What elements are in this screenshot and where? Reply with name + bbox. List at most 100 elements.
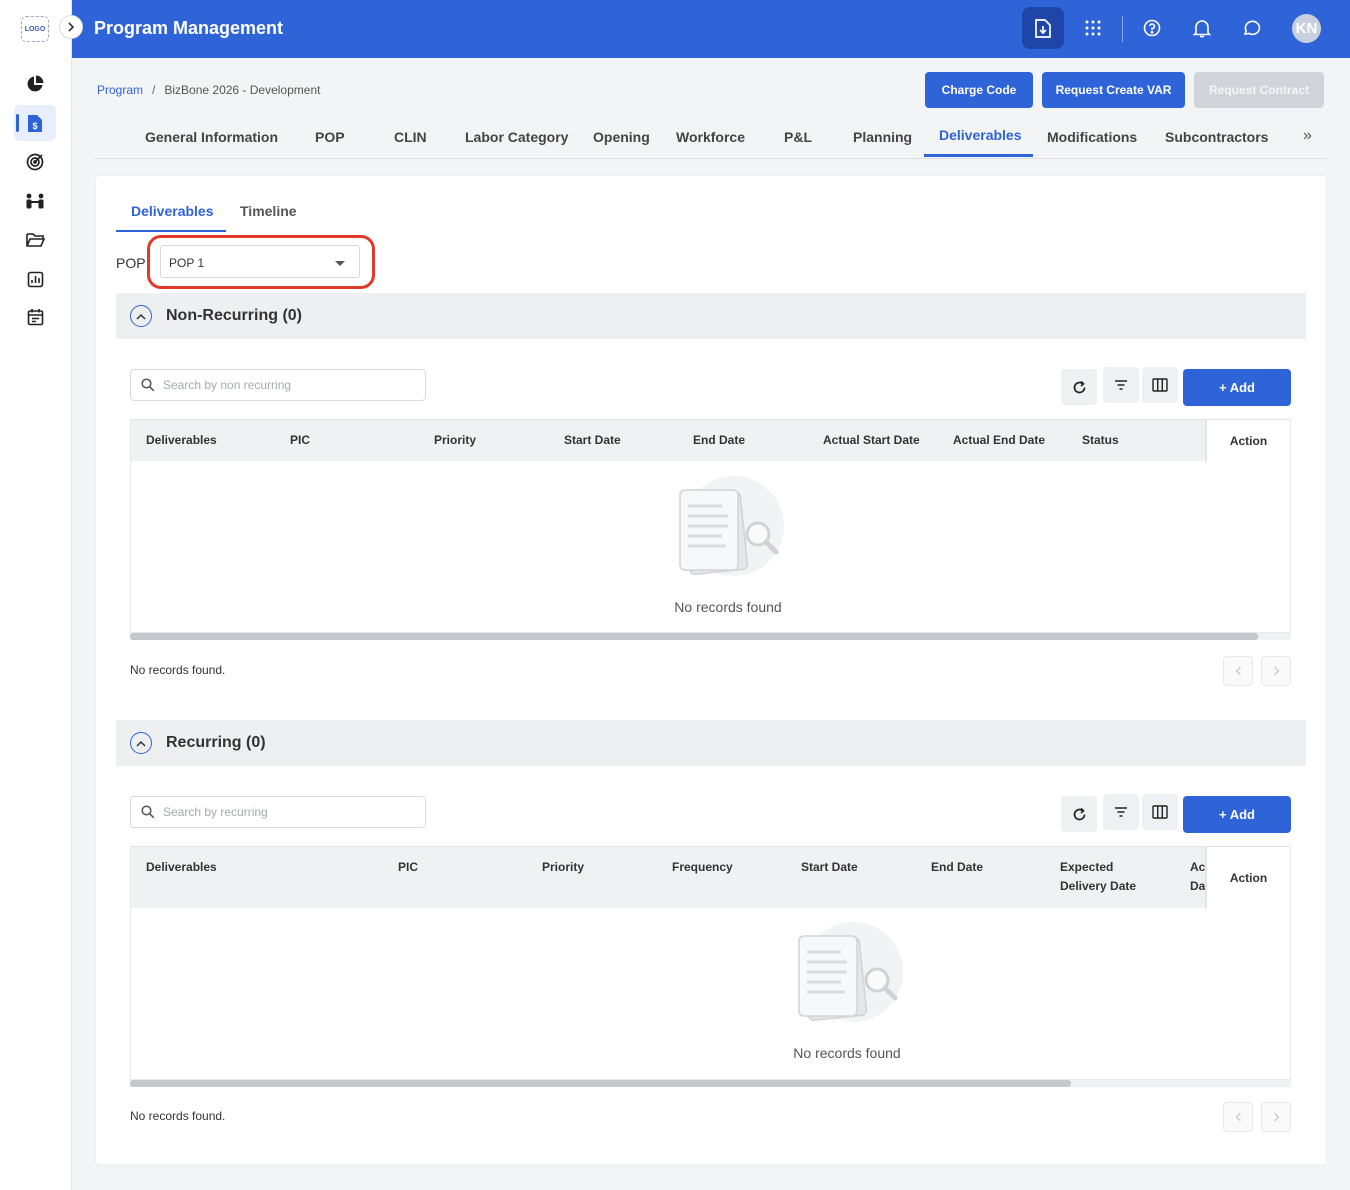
tab-pnl[interactable]: P&L <box>784 129 812 145</box>
request-contract-button[interactable]: Request Contract <box>1194 72 1324 108</box>
scrollbar-thumb[interactable] <box>130 633 1258 640</box>
column-header[interactable]: Actual End Date <box>953 431 1045 450</box>
apps-button[interactable] <box>1072 7 1114 49</box>
column-header[interactable]: Actual Start Date <box>823 431 920 450</box>
tab-general-information[interactable]: General Information <box>145 129 278 145</box>
tab-clin[interactable]: CLIN <box>394 129 427 145</box>
chevron-left-icon <box>1235 666 1241 676</box>
column-header[interactable]: Deliverables <box>146 858 217 877</box>
table-header-row: Deliverables PIC Priority Frequency Star… <box>131 846 1290 909</box>
tab-subcontractors[interactable]: Subcontractors <box>1165 129 1268 145</box>
column-header[interactable]: Start Date <box>564 431 621 450</box>
column-header[interactable]: PIC <box>290 431 310 450</box>
column-header[interactable]: End Date <box>931 858 983 877</box>
recurring-search-input[interactable] <box>163 798 418 826</box>
download-button[interactable] <box>1022 7 1064 49</box>
empty-records-message: No records found <box>793 1045 901 1061</box>
tab-labor-category[interactable]: Labor Category <box>465 129 568 145</box>
non-recurring-search-input[interactable] <box>163 371 418 399</box>
tabs-more-button[interactable]: » <box>1303 127 1312 145</box>
column-header[interactable]: Status <box>1082 431 1119 450</box>
sidebar-expand-button[interactable] <box>59 15 83 39</box>
help-button[interactable] <box>1131 7 1173 49</box>
notifications-button[interactable] <box>1181 7 1223 49</box>
column-header[interactable]: Start Date <box>801 858 858 877</box>
app-logo: LOGO <box>21 16 49 42</box>
top-header: Program Management KN <box>72 0 1350 58</box>
pop-select[interactable]: POP 1 <box>160 245 360 278</box>
recurring-table: Deliverables PIC Priority Frequency Star… <box>130 846 1291 1080</box>
filter-button[interactable] <box>1103 367 1139 403</box>
pie-chart-icon <box>27 75 44 92</box>
columns-button[interactable] <box>1142 794 1178 830</box>
collapse-toggle[interactable] <box>130 305 152 327</box>
subtab-deliverables[interactable]: Deliverables <box>131 203 214 219</box>
sidebar-item-dashboard[interactable] <box>24 73 46 95</box>
column-header-action: Action <box>1205 420 1290 462</box>
next-page-button[interactable] <box>1261 1102 1291 1132</box>
chevron-right-icon <box>1273 666 1279 676</box>
sidebar-active-indicator <box>16 114 19 132</box>
sidebar-item-goals[interactable] <box>24 151 46 173</box>
sidebar-item-programs[interactable]: $ <box>24 112 46 134</box>
table-header-row: Deliverables PIC Priority Start Date End… <box>131 419 1290 462</box>
download-document-icon <box>1035 18 1051 38</box>
columns-button[interactable] <box>1142 367 1178 403</box>
tab-opening[interactable]: Opening <box>593 129 650 145</box>
breadcrumb: Program / BizBone 2026 - Development <box>97 83 320 97</box>
chat-button[interactable] <box>1231 7 1273 49</box>
column-header[interactable]: Frequency <box>672 858 733 877</box>
team-icon <box>26 193 44 209</box>
charge-code-button[interactable]: Charge Code <box>925 72 1033 108</box>
recurring-title: Recurring (0) <box>166 734 266 751</box>
column-header[interactable]: Priority <box>542 858 584 877</box>
collapse-toggle[interactable] <box>130 732 152 754</box>
tab-pop[interactable]: POP <box>315 129 345 145</box>
recurring-section-header[interactable]: Recurring (0) <box>116 720 1306 766</box>
chevron-up-icon <box>136 740 146 747</box>
prev-page-button[interactable] <box>1223 656 1253 686</box>
column-header[interactable]: Deliverables <box>146 431 217 450</box>
prev-page-button[interactable] <box>1223 1102 1253 1132</box>
non-recurring-add-button[interactable]: + Add <box>1183 369 1291 406</box>
tab-workforce[interactable]: Workforce <box>676 129 745 145</box>
sidebar-item-team[interactable] <box>24 190 46 212</box>
recurring-add-button[interactable]: + Add <box>1183 796 1291 833</box>
column-header[interactable]: PIC <box>398 858 418 877</box>
user-avatar[interactable]: KN <box>1292 14 1321 43</box>
horizontal-scrollbar[interactable] <box>130 633 1291 640</box>
svg-text:$: $ <box>32 121 37 131</box>
document-dollar-icon: $ <box>28 114 42 132</box>
breadcrumb-program-link[interactable]: Program <box>97 83 143 97</box>
non-recurring-table: Deliverables PIC Priority Start Date End… <box>130 419 1291 633</box>
recurring-search[interactable] <box>130 796 426 828</box>
calendar-icon <box>27 309 43 326</box>
filter-lines-icon <box>1115 380 1127 390</box>
sidebar-item-reports[interactable] <box>24 268 46 290</box>
tab-modifications[interactable]: Modifications <box>1047 129 1137 145</box>
app-title: Program Management <box>94 18 284 38</box>
column-header[interactable]: Expected Delivery Date <box>1060 858 1150 896</box>
non-recurring-search[interactable] <box>130 369 426 401</box>
request-create-var-button[interactable]: Request Create VAR <box>1042 72 1185 108</box>
sidebar-item-files[interactable] <box>24 229 46 251</box>
tab-deliverables[interactable]: Deliverables <box>939 127 1022 143</box>
tab-planning[interactable]: Planning <box>853 129 912 145</box>
filter-button[interactable] <box>1103 794 1139 830</box>
refresh-button[interactable] <box>1061 369 1097 405</box>
bell-icon <box>1193 19 1211 37</box>
column-header[interactable]: Priority <box>434 431 476 450</box>
breadcrumb-current: BizBone 2026 - Development <box>164 83 321 97</box>
refresh-icon <box>1073 807 1085 820</box>
horizontal-scrollbar[interactable] <box>130 1080 1291 1087</box>
empty-records-message: No records found <box>674 599 782 615</box>
column-header[interactable]: End Date <box>693 431 745 450</box>
breadcrumb-separator: / <box>152 83 156 97</box>
refresh-button[interactable] <box>1061 796 1097 832</box>
scrollbar-thumb[interactable] <box>130 1080 1071 1087</box>
sidebar-item-calendar[interactable] <box>24 306 46 328</box>
non-recurring-section-header[interactable]: Non-Recurring (0) <box>116 293 1306 339</box>
next-page-button[interactable] <box>1261 656 1291 686</box>
subtab-timeline[interactable]: Timeline <box>240 203 297 219</box>
empty-records-illustration <box>679 476 784 576</box>
